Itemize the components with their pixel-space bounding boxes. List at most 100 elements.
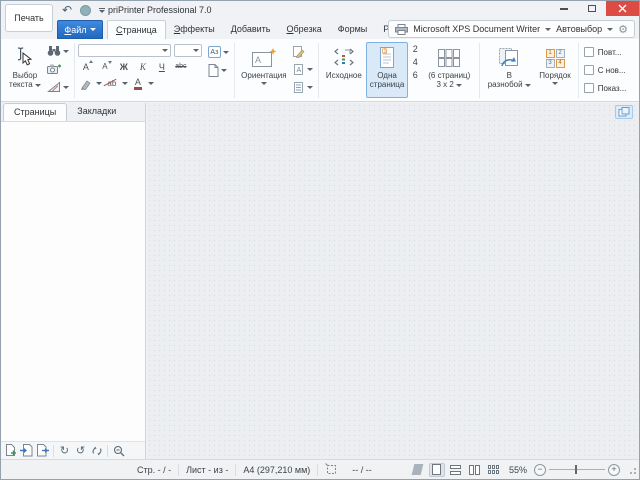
svg-text:A: A (296, 67, 301, 74)
maximize-icon (588, 5, 596, 12)
tab-crop[interactable]: Обрезка (279, 20, 330, 39)
close-button[interactable] (606, 1, 639, 16)
single-page-icon (432, 464, 441, 475)
view-single-page-button[interactable] (429, 463, 445, 477)
font-color-button[interactable]: А (130, 76, 146, 91)
panel-tab-pages[interactable]: Страницы (3, 103, 67, 121)
resize-grip[interactable] (627, 465, 636, 474)
zoom-out-button[interactable]: − (534, 464, 546, 476)
zoom-value: 55% (509, 465, 527, 475)
group-separator (578, 43, 579, 98)
chevron-down-icon[interactable] (122, 82, 128, 85)
panel-tab-bookmarks[interactable]: Закладки (67, 103, 126, 121)
arrow-down-icon (108, 61, 112, 64)
strikethrough-button[interactable]: abc (173, 59, 189, 74)
zoom-slider[interactable] (549, 469, 605, 470)
tab-forms[interactable]: Формы (330, 20, 376, 39)
pages-per-sheet-button[interactable]: (6 страниц) 3 x 2 (422, 42, 476, 98)
edit-page-button[interactable] (290, 42, 315, 60)
gear-icon[interactable]: ⚙ (618, 24, 628, 35)
page-lines-button[interactable] (290, 78, 315, 96)
panel-tabs: Страницы Закладки (1, 103, 145, 122)
preview-area[interactable] (147, 103, 639, 459)
find-button[interactable] (45, 42, 71, 60)
pages-per-sheet-label-1: (6 страниц) (428, 71, 470, 80)
order-cell-2: 2 (556, 49, 565, 58)
shuffle-button[interactable]: В разнобой (483, 42, 535, 98)
group-layout: Исходное 1 Одна страница 2 4 6 (320, 41, 478, 100)
orientation-button[interactable]: A Ориентация (238, 42, 290, 98)
text-cursor-icon (14, 46, 36, 70)
select-text-button[interactable]: Выбор текста (5, 42, 45, 98)
rotate-right-button[interactable]: ↻ (57, 443, 72, 458)
from-new-checkbox[interactable]: С нов... (584, 61, 627, 79)
order-cell-4: 4 (556, 59, 565, 68)
chevron-down-icon[interactable] (148, 82, 154, 85)
repeat-checkbox[interactable]: Повт... (584, 43, 627, 61)
change-case-button[interactable]: Аз (206, 43, 231, 61)
maximize-button[interactable] (578, 1, 606, 16)
group-options: Повт... С нов... Показ... (580, 41, 631, 100)
insert-page-after-button[interactable] (35, 443, 50, 458)
group-separator (479, 43, 480, 98)
order-cell-3: 3 (546, 59, 555, 68)
panel-toolbar: ↻ ↺ (1, 441, 145, 459)
zoom-in-button[interactable]: + (608, 464, 620, 476)
chevron-down-icon[interactable] (96, 82, 102, 85)
snapshot-button[interactable] (45, 60, 71, 78)
page-a-icon: A (292, 63, 305, 76)
view-tilted-button[interactable] (410, 463, 426, 477)
tab-insert[interactable]: Добавить (223, 20, 279, 39)
rotate-180-button[interactable] (89, 443, 104, 458)
show-checkbox[interactable]: Показ... (584, 79, 627, 97)
six-pages-quick-button[interactable]: 6 (410, 70, 420, 80)
shrink-font-button[interactable]: А (97, 59, 113, 74)
file-label: айл (71, 25, 86, 35)
original-layout-button[interactable]: Исходное (322, 42, 366, 98)
page-thumbnails-list[interactable] (1, 122, 145, 441)
chevron-down-icon[interactable] (607, 28, 613, 31)
printer-mode-dropdown[interactable]: Автовыбор (556, 24, 602, 34)
two-pages-button[interactable]: 2 (410, 44, 420, 54)
zoom-out-thumbnails-button[interactable] (111, 443, 126, 458)
chevron-down-icon[interactable] (545, 28, 551, 31)
italic-button[interactable]: К (135, 59, 151, 74)
measure-button[interactable] (45, 78, 71, 96)
document-icon (208, 64, 219, 77)
camera-icon (47, 63, 61, 75)
underline-button[interactable]: Ч (154, 59, 170, 74)
view-grid-button[interactable] (486, 463, 502, 477)
bold-button[interactable]: Ж (116, 59, 132, 74)
zoom-slider-handle[interactable] (575, 465, 577, 474)
clear-format-button[interactable]: ab (104, 76, 120, 91)
tab-page[interactable]: Страница (107, 20, 166, 39)
file-menu-button[interactable]: Файл (57, 20, 103, 39)
font-name-combobox[interactable] (78, 44, 171, 57)
font-size-combobox[interactable] (174, 44, 202, 57)
minimize-button[interactable] (550, 1, 578, 16)
highlight-button[interactable] (78, 76, 94, 91)
grow-font-button[interactable]: А (78, 59, 94, 74)
page-lines-icon (292, 81, 305, 94)
rotate-left-button[interactable]: ↺ (73, 443, 88, 458)
text-page-button[interactable] (206, 61, 231, 79)
four-pages-button[interactable]: 4 (410, 57, 420, 67)
chevron-down-icon (63, 86, 69, 89)
redo-icon[interactable] (77, 3, 93, 17)
order-button[interactable]: 1 2 3 4 Порядок (535, 42, 575, 98)
one-page-button[interactable]: 1 Одна страница (366, 42, 408, 98)
printer-name-dropdown[interactable]: Microsoft XPS Document Writer (413, 24, 540, 34)
preview-pages-toggle[interactable] (615, 105, 633, 119)
view-continuous-button[interactable] (448, 463, 464, 477)
shuffle-label-2: разнобой (488, 80, 523, 89)
tab-effects[interactable]: Эффекты (166, 20, 223, 39)
view-facing-button[interactable] (467, 463, 483, 477)
status-separator (178, 464, 179, 476)
print-button[interactable]: Печать (5, 4, 53, 32)
insert-page-before-button[interactable] (19, 443, 34, 458)
paper-size-button[interactable]: A (290, 60, 315, 78)
status-coordinates: -- / -- (352, 465, 372, 475)
undo-icon[interactable]: ↶ (59, 3, 75, 17)
shrink-font-label: А (102, 62, 107, 71)
add-page-button[interactable] (3, 443, 18, 458)
